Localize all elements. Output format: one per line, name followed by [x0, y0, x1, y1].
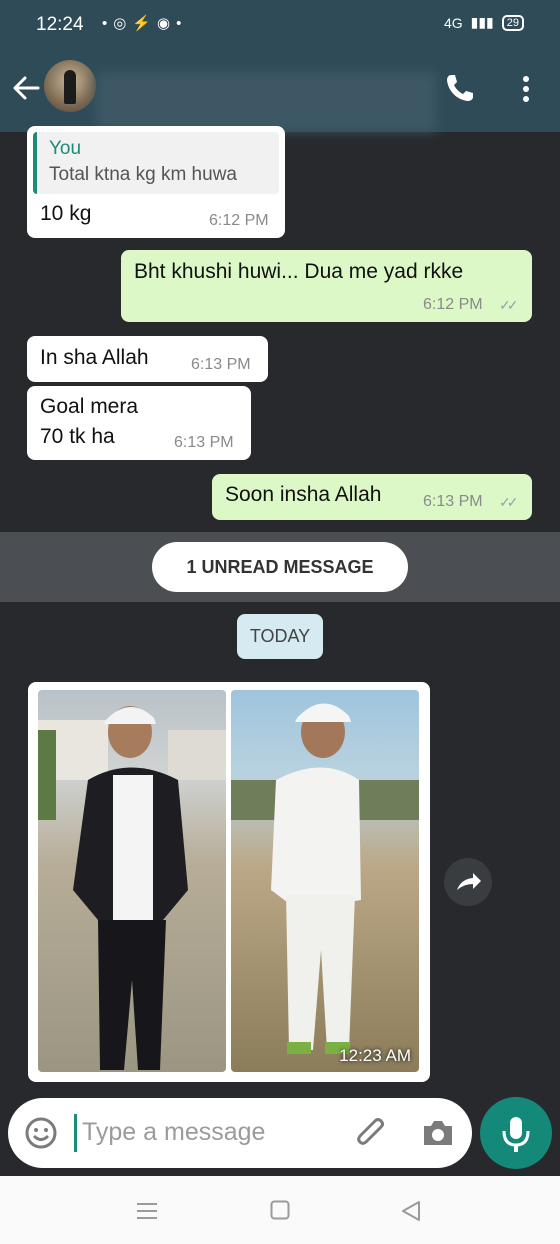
status-right: 4G ▮▮▮ 29: [444, 14, 524, 31]
voice-call-icon[interactable]: [444, 72, 476, 104]
message-incoming[interactable]: You Total ktna kg km huwa 10 kg 6:12 PM: [27, 126, 285, 238]
quoted-message[interactable]: You Total ktna kg km huwa: [33, 132, 279, 194]
person-figure-icon: [231, 703, 419, 1054]
notification-icons: •◎⚡◉•: [102, 15, 188, 32]
message-text: Bht khushi huwi... Dua me yad rkke: [134, 260, 464, 283]
message-outgoing[interactable]: Soon insha Allah 6:13 PM ✓✓: [212, 474, 532, 520]
voice-record-button[interactable]: [480, 1097, 552, 1169]
read-receipt-icon: ✓✓: [499, 494, 519, 510]
forward-button[interactable]: [444, 858, 492, 906]
message-time: 6:12 PM: [209, 212, 269, 229]
camera-icon[interactable]: [420, 1116, 456, 1150]
read-receipt-icon: ✓✓: [499, 297, 519, 313]
status-bar: 12:24 •◎⚡◉• 4G ▮▮▮ 29: [0, 0, 560, 44]
quoted-author: You: [49, 138, 82, 159]
message-composer[interactable]: Type a message: [8, 1098, 472, 1168]
photo-time: 12:23 AM: [339, 1046, 411, 1065]
photo-before[interactable]: [38, 690, 226, 1072]
back-nav-icon[interactable]: [400, 1200, 422, 1222]
message-text: Soon insha Allah: [225, 483, 382, 506]
signal-icon: ▮▮▮: [470, 14, 494, 30]
system-navigation-bar: [0, 1176, 560, 1244]
message-outgoing[interactable]: Bht khushi huwi... Dua me yad rkke 6:12 …: [121, 250, 532, 322]
message-text: 10 kg: [40, 202, 92, 225]
person-figure-icon: [38, 706, 226, 1070]
network-label: 4G: [443, 14, 463, 31]
date-chip: TODAY: [237, 614, 323, 659]
attach-icon[interactable]: [352, 1114, 390, 1152]
message-incoming[interactable]: In sha Allah 6:13 PM: [27, 336, 268, 382]
home-icon[interactable]: [270, 1200, 290, 1220]
emoji-icon[interactable]: [24, 1116, 58, 1150]
text-caret: [74, 1114, 77, 1152]
message-time: 6:13 PM: [191, 356, 251, 373]
message-text-line-2: 70 tk ha: [40, 425, 115, 448]
message-time: 6:12 PM: [423, 296, 483, 313]
message-text: In sha Allah: [40, 346, 149, 369]
quoted-text: Total ktna kg km huwa: [49, 164, 237, 185]
microphone-icon: [502, 1117, 530, 1152]
message-input[interactable]: Type a message: [82, 1118, 265, 1147]
photo-message[interactable]: 12:23 AM: [28, 682, 430, 1082]
message-time: 6:13 PM: [174, 434, 234, 451]
message-incoming[interactable]: Goal mera 70 tk ha 6:13 PM: [27, 386, 251, 460]
contact-avatar[interactable]: [44, 60, 96, 112]
contact-name-blurred[interactable]: [96, 72, 436, 132]
message-time: 6:13 PM: [423, 493, 483, 510]
unread-badge: 1 UNREAD MESSAGE: [152, 542, 408, 592]
battery-icon: 29: [501, 14, 524, 31]
more-options-icon[interactable]: [516, 74, 536, 104]
forward-arrow-icon: [457, 873, 481, 890]
photo-after[interactable]: 12:23 AM: [231, 690, 419, 1072]
chat-header: [0, 44, 560, 132]
status-time: 12:24: [36, 14, 84, 35]
message-text-line-1: Goal mera: [40, 395, 139, 418]
recent-apps-icon[interactable]: [136, 1202, 158, 1220]
back-arrow-icon[interactable]: [12, 74, 40, 102]
